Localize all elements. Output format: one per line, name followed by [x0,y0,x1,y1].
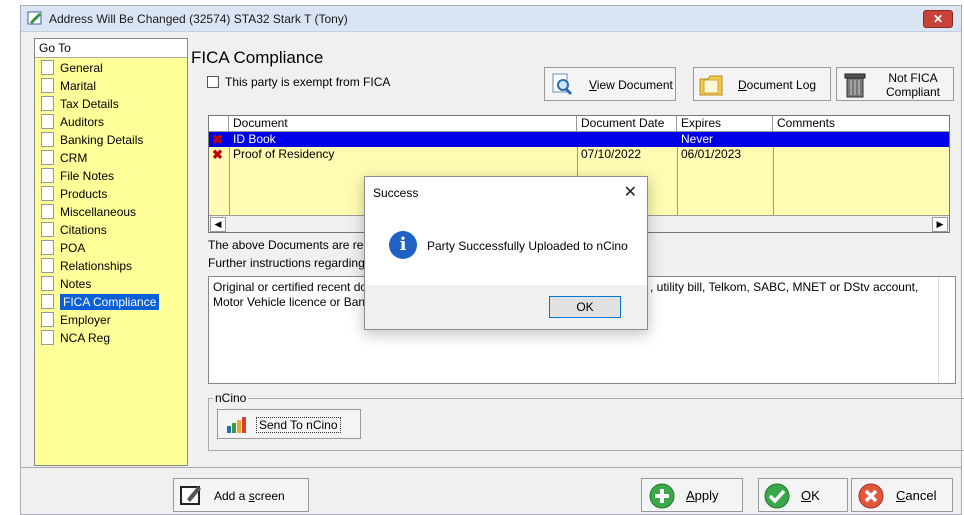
scroll-right-icon[interactable]: ▶ [932,217,948,232]
dialog-ok-button[interactable]: OK [549,296,621,318]
ok-button[interactable]: OK [758,478,848,512]
app-icon [27,11,42,25]
goto-item-relationships[interactable]: Relationships [41,257,132,275]
view-document-button[interactable]: View Document [544,67,676,101]
goto-panel: Go To General Marital Tax Details Audito… [34,38,188,466]
goto-item-poa[interactable]: POA [41,239,85,257]
goto-item-citations[interactable]: Citations [41,221,107,239]
ncino-legend: nCino [213,391,249,405]
send-to-ncino-label: Send To nCino [256,417,341,433]
table-header-document-date[interactable]: Document Date [577,116,677,132]
bottom-separator [21,467,961,468]
exempt-checkbox[interactable]: This party is exempt from FICA [207,75,390,89]
document-icon [41,312,54,328]
document-icon [41,276,54,292]
dialog-footer: OK [365,285,647,329]
goto-item-crm[interactable]: CRM [41,149,87,167]
goto-item-general[interactable]: General [41,59,103,77]
close-window-button[interactable]: ✕ [923,10,953,28]
checkbox-icon [207,75,219,88]
apply-label: Apply [686,488,719,503]
red-x-icon: ✖ [212,147,223,162]
edit-screen-icon [180,486,201,505]
cancel-circle-icon [858,483,884,509]
document-icon [41,240,54,256]
info-icon: i [389,231,417,259]
red-x-icon: ✖ [212,132,223,147]
dialog-message: Party Successfully Uploaded to nCino [427,239,628,253]
table-row[interactable]: ✖ ID Book Never [209,132,949,147]
document-icon [41,258,54,274]
dialog-title: Success [373,186,419,200]
dialog-close-icon[interactable]: ✕ [624,182,637,202]
document-icon [41,114,54,130]
goto-item-auditors[interactable]: Auditors [41,113,104,131]
success-dialog: Success ✕ i Party Successfully Uploaded … [364,176,648,330]
info-line-1: The above Documents are re [208,238,364,252]
document-icon [41,330,54,346]
trash-can-icon [844,73,866,98]
goto-item-miscellaneous[interactable]: Miscellaneous [41,203,136,221]
goto-item-fica-compliance[interactable]: FICA Compliance [41,293,160,311]
goto-item-file-notes[interactable]: File Notes [41,167,114,185]
not-fica-compliant-button[interactable]: Not FICA Compliant [836,67,954,101]
document-checked-icon [41,294,54,310]
goto-item-notes[interactable]: Notes [41,275,91,293]
apply-button[interactable]: Apply [641,478,743,512]
folder-icon [699,75,723,96]
table-row[interactable]: ✖ Proof of Residency 07/10/2022 06/01/20… [209,147,949,162]
document-icon [41,132,54,148]
add-a-screen-label: Add a screen [214,489,285,503]
cancel-label: Cancel [896,488,937,503]
bar-chart-icon [227,417,246,433]
page-title: FICA Compliance [191,48,324,67]
info-line-2: Further instructions regarding [208,256,365,270]
goto-item-products[interactable]: Products [41,185,107,203]
document-icon [41,60,54,76]
ok-label: OK [801,488,820,503]
view-document-label: View Document [589,78,673,92]
add-a-screen-button[interactable]: Add a screen [173,478,309,512]
document-icon [41,186,54,202]
document-icon [41,222,54,238]
not-fica-compliant-label: Not FICA Compliant [885,71,941,99]
goto-item-banking-details[interactable]: Banking Details [41,131,143,149]
document-icon [41,78,54,94]
table-header-marker [209,116,229,132]
ncino-group: nCino Send To nCino [208,391,964,451]
goto-item-tax-details[interactable]: Tax Details [41,95,119,113]
goto-item-marital[interactable]: Marital [41,77,96,95]
magnifier-document-icon [552,73,573,96]
cancel-button[interactable]: Cancel [851,478,953,512]
document-icon [41,96,54,112]
window-title: Address Will Be Changed (32574) STA32 St… [49,12,348,26]
vertical-scrollbar[interactable] [938,277,955,383]
plus-circle-icon [649,483,675,509]
goto-item-nca-reg[interactable]: NCA Reg [41,329,110,347]
table-header-expires[interactable]: Expires [677,116,773,132]
table-header-comments[interactable]: Comments [773,116,949,132]
scroll-left-icon[interactable]: ◀ [210,217,226,232]
document-icon [41,150,54,166]
title-bar: Address Will Be Changed (32574) STA32 St… [21,6,961,32]
check-circle-icon [764,483,790,509]
table-header-document[interactable]: Document [229,116,577,132]
document-icon [41,204,54,220]
document-icon [41,168,54,184]
goto-item-employer[interactable]: Employer [41,311,111,329]
document-log-button[interactable]: Document Log [693,67,831,101]
document-log-label: Document Log [738,78,817,92]
goto-header: Go To [35,39,187,58]
send-to-ncino-button[interactable]: Send To nCino [217,409,361,439]
